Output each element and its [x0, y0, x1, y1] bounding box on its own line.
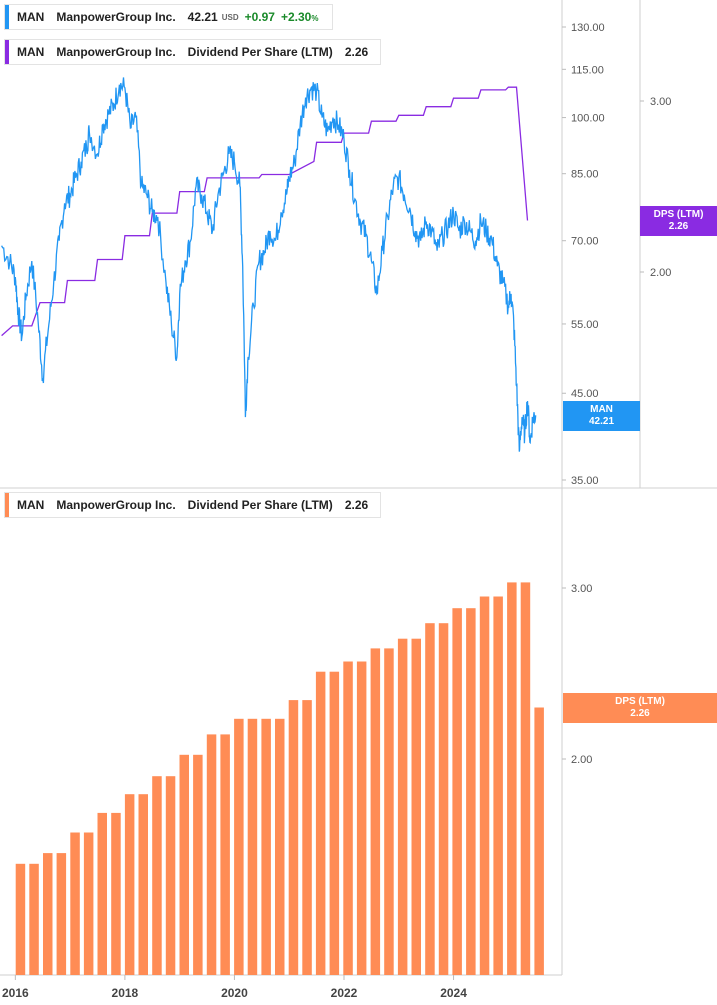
- dps-bar: [411, 638, 421, 975]
- dps-bar: [534, 707, 544, 975]
- dps-bar: [356, 661, 367, 975]
- dps-bar: [234, 718, 244, 975]
- bar-tick-label: 3.00: [571, 583, 592, 595]
- legend-dps-bottom-metric: Dividend Per Share (LTM): [187, 498, 333, 512]
- dps-bar: [384, 648, 394, 975]
- dps-bar: [288, 700, 299, 975]
- dps-bar: [302, 700, 312, 975]
- legend-price-change-pct-sign: %: [311, 14, 319, 23]
- price-tick-label: 85.00: [571, 169, 599, 181]
- price-tick-label: 70.00: [571, 236, 599, 248]
- dps-tick-label: 2.00: [650, 267, 671, 279]
- dps-bar: [520, 582, 531, 975]
- dps-bar: [275, 718, 285, 975]
- dps-bar: [261, 718, 271, 975]
- dps-bar: [83, 832, 94, 975]
- dps-bar: [111, 812, 121, 975]
- dps-tag-bottom: DPS (LTM) 2.26: [563, 693, 717, 723]
- dps-tag-top: DPS (LTM) 2.26: [640, 206, 717, 236]
- dps-bar: [97, 812, 107, 975]
- dps-bar: [179, 754, 189, 975]
- dps-bar: [425, 623, 435, 975]
- dps-bar: [438, 623, 449, 975]
- dps-tag-bottom-label: DPS (LTM): [615, 696, 665, 707]
- legend-dps-top-name: ManpowerGroup Inc.: [56, 45, 176, 59]
- legend-dps-bottom-value: 2.26: [344, 498, 369, 512]
- dps-bar: [493, 596, 503, 975]
- legend-dps-top-ticker: MAN: [17, 45, 45, 59]
- dps-bar: [329, 671, 340, 975]
- legend-price[interactable]: MAN ManpowerGroup Inc. 42.21 USD +0.97 +…: [4, 4, 334, 30]
- dps-bar: [124, 794, 135, 975]
- dps-bar: [370, 648, 381, 975]
- x-tick-label: 2016: [2, 986, 29, 1000]
- legend-price-unit: USD: [221, 12, 239, 22]
- dps-bar: [315, 671, 326, 975]
- dps-bar: [452, 608, 462, 975]
- bar-axis-ticks: 3.00 2.00: [562, 583, 592, 766]
- x-axis-ticks: 2016 2018 2020 2022 2024: [2, 975, 467, 1000]
- legend-dps-top-metric: Dividend Per Share (LTM): [187, 45, 333, 59]
- dps-bar: [56, 853, 67, 975]
- dps-bar: [247, 718, 258, 975]
- legend-price-ticker: MAN: [17, 10, 45, 24]
- dps-tag-bottom-value: 2.26: [630, 708, 650, 719]
- price-tick-label: 45.00: [571, 388, 599, 400]
- price-tick-label: 115.00: [571, 64, 604, 76]
- legend-price-swatch: [5, 5, 9, 29]
- dps-tag-top-value: 2.26: [668, 221, 689, 232]
- x-tick-label: 2024: [440, 986, 467, 1000]
- dps-tick-label: 3.00: [650, 96, 671, 108]
- x-tick-label: 2020: [221, 986, 248, 1000]
- dps-bar: [152, 776, 162, 975]
- dps-series-line: [1, 86, 529, 337]
- dps-bar: [15, 863, 26, 975]
- dps-bar: [397, 638, 408, 975]
- dps-bar: [466, 608, 476, 975]
- dps-bar: [343, 661, 353, 975]
- legend-price-name: ManpowerGroup Inc.: [56, 10, 176, 24]
- legend-dps-bottom-ticker: MAN: [17, 498, 45, 512]
- price-tick-label: 100.00: [571, 113, 605, 125]
- legend-dps-bottom-name: ManpowerGroup Inc.: [56, 498, 176, 512]
- legend-dps-top[interactable]: MAN ManpowerGroup Inc. Dividend Per Shar…: [4, 39, 382, 65]
- legend-dps-bottom-swatch: [5, 493, 9, 517]
- dps-bar: [206, 734, 217, 975]
- dps-bar: [220, 734, 230, 975]
- price-tick-label: 55.00: [571, 319, 599, 331]
- dps-bar: [70, 832, 80, 975]
- dps-bar: [507, 582, 517, 975]
- price-series-line: [1, 77, 537, 452]
- price-tick-label: 35.00: [571, 475, 599, 487]
- legend-price-change: +0.97: [244, 10, 275, 24]
- dps-axis-ticks: 3.00 2.00: [640, 96, 671, 279]
- dps-bars: [15, 582, 544, 975]
- price-tag-label: MAN: [590, 404, 613, 415]
- dps-bar: [29, 863, 39, 975]
- legend-price-value: 42.21: [187, 10, 218, 24]
- x-tick-label: 2022: [331, 986, 358, 1000]
- price-tag: MAN 42.21: [563, 401, 640, 431]
- dps-bar: [193, 754, 203, 975]
- price-tag-value: 42.21: [588, 416, 615, 427]
- bar-tick-label: 2.00: [571, 754, 592, 766]
- legend-dps-top-value: 2.26: [344, 45, 369, 59]
- dps-bar: [43, 853, 53, 975]
- dps-tag-top-label: DPS (LTM): [653, 209, 704, 220]
- dps-bar: [165, 776, 176, 975]
- dps-bar: [138, 794, 148, 975]
- price-tick-label: 130.00: [571, 22, 605, 34]
- bottom-chart-area: 3.00 2.00 2016 2018 2020 2022 2024: [0, 488, 592, 1000]
- legend-dps-bottom[interactable]: MAN ManpowerGroup Inc. Dividend Per Shar…: [4, 492, 382, 518]
- dps-bar: [479, 596, 490, 975]
- legend-price-change-pct: +2.30%: [281, 10, 319, 24]
- x-tick-label: 2018: [112, 986, 139, 1000]
- legend-price-change-pct-value: +2.30: [280, 10, 312, 24]
- legend-dps-top-swatch: [5, 40, 9, 64]
